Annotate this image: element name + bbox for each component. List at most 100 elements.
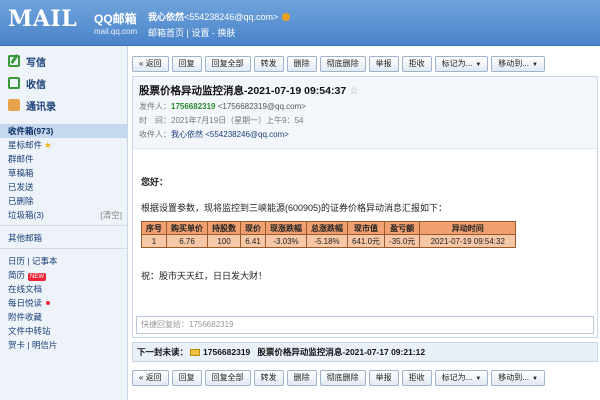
next-sender: 1756682319 [203, 347, 251, 357]
unread-dot-icon [46, 301, 51, 305]
refresh-icon [8, 77, 20, 89]
sidebar-item-attachments[interactable]: 附件收藏 [0, 310, 128, 324]
delete-button[interactable]: 删除 [286, 56, 317, 72]
move-to-dropdown[interactable]: 移动到... ▼ [491, 56, 545, 72]
sidebar-item-deleted[interactable]: 已删除 [0, 194, 128, 208]
table-cell: -35.0元 [384, 234, 421, 248]
reply-all-button[interactable]: 回复全部 [204, 56, 251, 72]
report-button[interactable]: 举报 [368, 370, 399, 386]
sidebar: 写信 收信 通讯录 收件箱(973) 星标邮件 ★ 群邮件 草稿箱 已发送 已删除… [0, 46, 128, 400]
recipient-value[interactable]: 我心依然 <554238246@qq.com> [171, 130, 289, 139]
sidebar-item-drafts[interactable]: 草稿箱 [0, 166, 128, 180]
header-links[interactable]: 邮箱首页 | 设置 - 换肤 [148, 26, 235, 39]
bottom-toolbar: « 返回 回复 回复全部 转发 删除 彻底删除 举报 拒收 标记为... ▼ 移动… [132, 368, 596, 388]
table-cell: 1 [141, 234, 167, 248]
delete-button[interactable]: 删除 [286, 370, 317, 386]
sidebar-item-inbox[interactable]: 收件箱(973) [0, 124, 128, 138]
user-email: <554238246@qq.com> [184, 12, 279, 22]
permanent-delete-button[interactable]: 彻底删除 [319, 370, 366, 386]
sidebar-item-file-transfer[interactable]: 文件中转站 [0, 324, 128, 338]
table-cell: 100 [207, 234, 241, 248]
chevron-down-icon: ▼ [475, 62, 482, 68]
table-cell: 2021-07-19 09:54:32 [419, 234, 517, 248]
star-icon: ★ [44, 140, 52, 150]
write-label: 写信 [26, 57, 46, 69]
sidebar-item-online-docs[interactable]: 在线文档 [0, 282, 128, 296]
move-to-dropdown[interactable]: 移动到... ▼ [491, 370, 545, 386]
mark-as-dropdown[interactable]: 标记为... ▼ [434, 56, 489, 72]
star-outline-icon[interactable]: ☆ [349, 85, 358, 97]
report-button[interactable]: 举报 [368, 56, 399, 72]
folder-list: 收件箱(973) 星标邮件 ★ 群邮件 草稿箱 已发送 已删除 垃圾箱(3) [清空… [0, 124, 128, 352]
reject-button[interactable]: 拒收 [401, 56, 432, 72]
sidebar-item-starred[interactable]: 星标邮件 ★ [0, 138, 128, 152]
col-header: 购买单价 [166, 221, 208, 235]
address-book-icon [8, 99, 20, 111]
chevron-down-icon: ▼ [531, 62, 538, 68]
daily-reading-label: 每日悦读 [8, 298, 43, 308]
top-header: MAIL QQ邮箱 mail.qq.com 我心依然<554238246@qq.… [0, 0, 600, 46]
table-cell: 6.41 [240, 234, 266, 248]
stock-table: 序号 购买单价 持股数 现价 现涨跌幅 总涨跌幅 现市值 盈亏额 异动时间 1 … [141, 221, 517, 248]
sidebar-item-other-mailboxes[interactable]: 其他邮箱 [0, 231, 128, 245]
receive-button[interactable]: 收信 [8, 74, 46, 92]
starred-label: 星标邮件 [8, 140, 43, 150]
table-cell: 6.76 [166, 234, 208, 248]
table-cell: -5.18% [306, 234, 348, 248]
closing-wish: 祝：股市天天红，日日发大财！ [141, 271, 268, 281]
table-cell: 641.0元 [346, 234, 386, 248]
sidebar-item-group-mail[interactable]: 群邮件 [0, 152, 128, 166]
write-button[interactable]: 写信 [8, 52, 46, 70]
chevron-down-icon: ▼ [531, 376, 538, 382]
status-icon [282, 13, 291, 21]
col-header: 持股数 [207, 221, 241, 235]
sidebar-item-spam[interactable]: 垃圾箱(3) [清空] [0, 208, 128, 222]
forward-button[interactable]: 转发 [253, 370, 284, 386]
mark-as-dropdown[interactable]: 标记为... ▼ [434, 370, 489, 386]
qq-mail-logo[interactable]: MAIL [8, 6, 77, 32]
empty-spam-link[interactable]: [清空] [100, 208, 122, 222]
back-button[interactable]: « 返回 [132, 56, 169, 72]
back-button[interactable]: « 返回 [132, 370, 169, 386]
subject-text: 股票价格异动监控消息-2021-07-19 09:54:37 [139, 85, 347, 97]
sender-address: <1756682319@qq.com> [217, 102, 306, 111]
col-header: 序号 [141, 221, 167, 235]
next-unread-bar[interactable]: 下一封未读： 1756682319 股票价格异动监控消息-2021-07-17 0… [132, 342, 598, 362]
reply-all-button[interactable]: 回复全部 [204, 370, 251, 386]
next-subject: 股票价格异动监控消息-2021-07-17 09:21:12 [257, 347, 426, 357]
time-label: 时 间： [139, 116, 171, 125]
time-row: 时 间：2021年7月19日（星期一）上午9：54 [139, 115, 304, 126]
col-header: 异动时间 [419, 221, 517, 235]
brand-name: QQ邮箱 [94, 12, 137, 26]
recipient-label: 收件人： [139, 130, 171, 139]
resume-label: 简历 [8, 270, 26, 280]
sidebar-item-cards[interactable]: 贺卡 | 明信片 [0, 338, 128, 352]
envelope-icon [190, 349, 201, 356]
user-name: 我心依然 [148, 12, 185, 22]
reply-button[interactable]: 回复 [171, 370, 202, 386]
forward-button[interactable]: 转发 [253, 56, 284, 72]
contacts-button[interactable]: 通讯录 [8, 96, 56, 114]
reply-button[interactable]: 回复 [171, 56, 202, 72]
col-header: 现价 [240, 221, 266, 235]
greeting: 您好： [141, 177, 169, 187]
sidebar-item-resume[interactable]: 简历 NEW [0, 268, 128, 282]
top-toolbar: « 返回 回复 回复全部 转发 删除 彻底删除 举报 拒收 标记为... ▼ 移动… [132, 54, 596, 74]
col-header: 现市值 [346, 221, 386, 235]
brand-url: mail.qq.com [94, 27, 138, 36]
mail-view: 股票价格异动监控消息-2021-07-19 09:54:37 ☆ 发件人：1756… [132, 76, 598, 338]
quick-reply-input[interactable]: 快捷回复给：1756682319 [136, 316, 594, 334]
sender-name[interactable]: 1756682319 [171, 102, 216, 111]
sidebar-item-sent[interactable]: 已发送 [0, 180, 128, 194]
intro-text: 根据设置参数，现将监控到三峡能源(600905)的证券价格异动消息汇报如下： [141, 203, 448, 213]
time-value: 2021年7月19日（星期一）上午9：54 [171, 116, 304, 125]
spam-label: 垃圾箱(3) [8, 210, 44, 220]
sidebar-item-calendar-notes[interactable]: 日历 | 记事本 [0, 254, 128, 268]
move-to-label: 移动到... [498, 373, 529, 382]
sender-label: 发件人： [139, 102, 171, 111]
sender-row: 发件人：1756682319 <1756682319@qq.com> [139, 101, 306, 112]
reject-button[interactable]: 拒收 [401, 370, 432, 386]
sidebar-item-daily-reading[interactable]: 每日悦读 [0, 296, 128, 310]
table-row: 1 6.76 100 6.41 -3.03% -5.18% 641.0元 -35… [141, 234, 517, 248]
permanent-delete-button[interactable]: 彻底删除 [319, 56, 366, 72]
